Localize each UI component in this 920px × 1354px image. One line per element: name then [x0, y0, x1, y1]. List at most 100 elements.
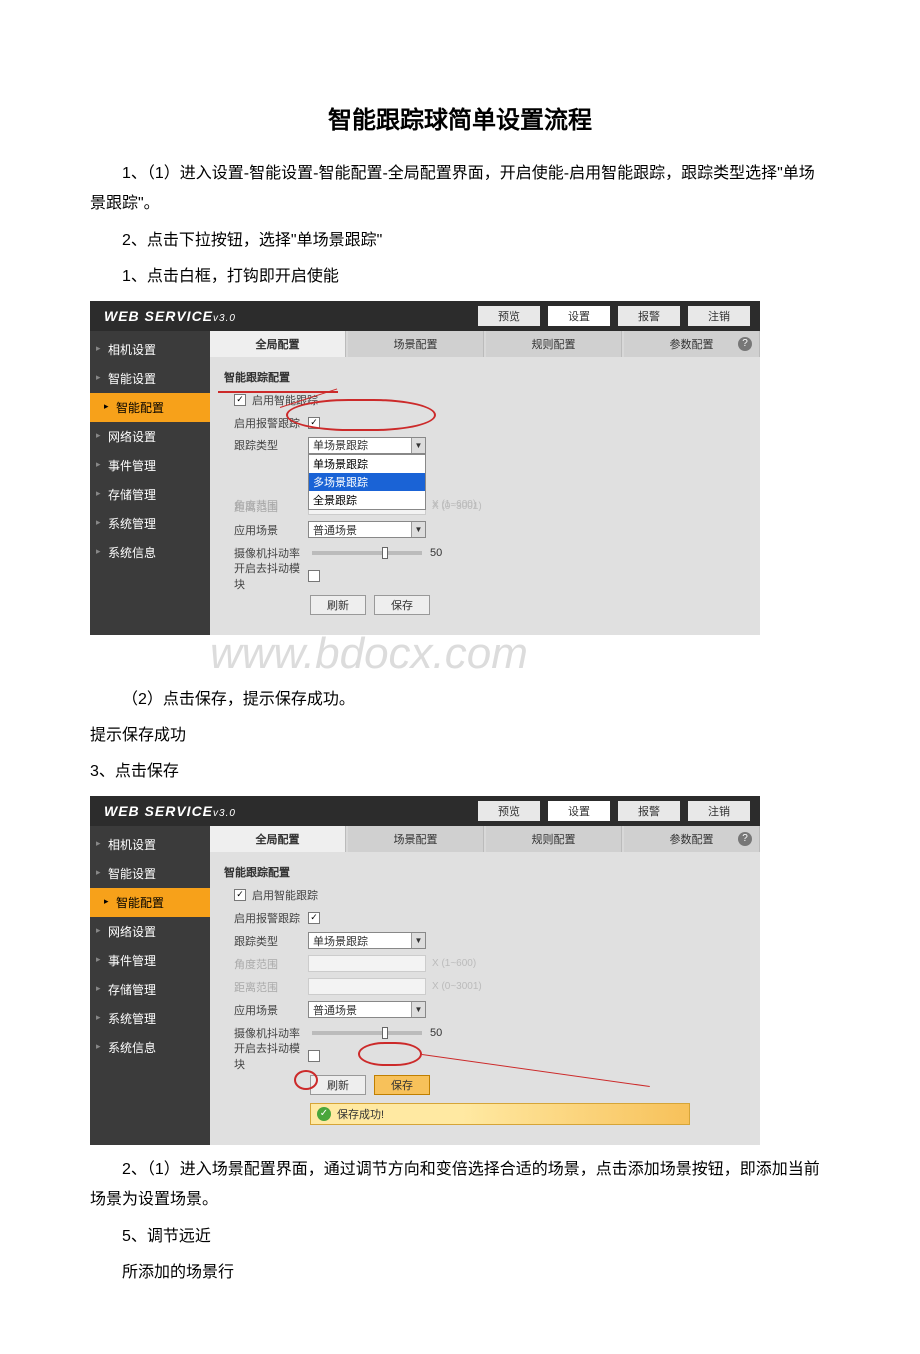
- save-button[interactable]: 保存: [374, 1075, 430, 1095]
- chevron-down-icon: ▼: [411, 522, 425, 537]
- sidebar-item-smart-config[interactable]: 智能配置: [90, 888, 210, 917]
- web-ui-screenshot-1: WEB SERVICEv3.0 预览 设置 报警 注销 相机设置 智能设置 智能…: [90, 301, 760, 635]
- angle-label: 角度范围: [234, 956, 308, 972]
- sidebar: 相机设置 智能设置 智能配置 网络设置 事件管理 存储管理 系统管理 系统信息: [90, 826, 210, 1145]
- sidebar: 相机设置 智能设置 智能配置 网络设置 事件管理 存储管理 系统管理 系统信息: [90, 331, 210, 635]
- sidebar-item-network[interactable]: 网络设置: [90, 917, 210, 946]
- option-pano[interactable]: 全景跟踪: [309, 491, 425, 509]
- sidebar-item-smart-config[interactable]: 智能配置: [90, 393, 210, 422]
- paragraph: 所添加的场景行: [90, 1258, 830, 1288]
- enable-smart-checkbox[interactable]: ✓: [234, 889, 246, 901]
- save-success-bar: ✓ 保存成功!: [310, 1103, 690, 1125]
- section-title: 智能跟踪配置: [224, 864, 750, 880]
- nav-alarm[interactable]: 报警: [618, 801, 680, 821]
- jitter-label: 摄像机抖动率: [234, 1025, 308, 1041]
- paragraph: 3、点击保存: [90, 757, 830, 787]
- nav-logout[interactable]: 注销: [688, 306, 750, 326]
- tab-rule[interactable]: 规则配置: [486, 826, 622, 852]
- enable-smart-label: 启用智能跟踪: [252, 392, 318, 408]
- option-single[interactable]: 单场景跟踪: [309, 455, 425, 473]
- enable-smart-label: 启用智能跟踪: [252, 887, 318, 903]
- check-icon: ✓: [317, 1107, 331, 1121]
- enable-alarm-label: 启用报警跟踪: [234, 910, 308, 926]
- save-button[interactable]: 保存: [374, 595, 430, 615]
- distance-hint: X (0~3001): [432, 981, 482, 992]
- refresh-button[interactable]: 刷新: [310, 595, 366, 615]
- brand-logo: WEB SERVICEv3.0: [104, 308, 236, 324]
- save-success-text: 保存成功!: [337, 1106, 384, 1122]
- enable-alarm-checkbox[interactable]: ✓: [308, 417, 320, 429]
- track-type-selected: 单场景跟踪: [313, 437, 368, 453]
- paragraph: 提示保存成功: [90, 721, 830, 751]
- sidebar-item-system[interactable]: 系统管理: [90, 509, 210, 538]
- help-icon[interactable]: ?: [738, 832, 752, 846]
- chevron-down-icon: ▼: [411, 438, 425, 453]
- paragraph: （2）点击保存，提示保存成功。: [90, 685, 830, 715]
- sidebar-item-info[interactable]: 系统信息: [90, 538, 210, 567]
- track-type-select[interactable]: 单场景跟踪 ▼: [308, 437, 426, 454]
- nav-settings[interactable]: 设置: [548, 306, 610, 326]
- sidebar-item-camera[interactable]: 相机设置: [90, 335, 210, 364]
- watermark: www.bdocx.com: [210, 629, 830, 679]
- distance-hint: X (0~3001): [432, 501, 482, 512]
- antishake-checkbox[interactable]: [308, 1050, 320, 1062]
- antishake-checkbox[interactable]: [308, 570, 320, 582]
- jitter-label: 摄像机抖动率: [234, 545, 308, 561]
- chevron-down-icon: ▼: [411, 1002, 425, 1017]
- angle-hint: X (1~600): [432, 958, 476, 969]
- sidebar-item-storage[interactable]: 存储管理: [90, 975, 210, 1004]
- distance-label: 距离范围: [234, 979, 308, 995]
- jitter-value: 50: [430, 547, 442, 559]
- tab-scene[interactable]: 场景配置: [348, 331, 484, 357]
- tab-global[interactable]: 全局配置: [210, 331, 346, 357]
- help-icon[interactable]: ?: [738, 337, 752, 351]
- track-type-select[interactable]: 单场景跟踪 ▼: [308, 932, 426, 949]
- angle-input: [308, 955, 426, 972]
- track-type-label: 跟踪类型: [234, 437, 308, 453]
- enable-alarm-checkbox[interactable]: ✓: [308, 912, 320, 924]
- jitter-value: 50: [430, 1027, 442, 1039]
- jitter-slider[interactable]: [312, 551, 422, 555]
- sidebar-item-system[interactable]: 系统管理: [90, 1004, 210, 1033]
- distance-label: 距离范围: [234, 499, 308, 515]
- nav-logout[interactable]: 注销: [688, 801, 750, 821]
- sidebar-item-event[interactable]: 事件管理: [90, 451, 210, 480]
- sidebar-item-camera[interactable]: 相机设置: [90, 830, 210, 859]
- sidebar-item-info[interactable]: 系统信息: [90, 1033, 210, 1062]
- section-title: 智能跟踪配置: [224, 369, 750, 385]
- scene-select[interactable]: 普通场景 ▼: [308, 1001, 426, 1018]
- sidebar-item-storage[interactable]: 存储管理: [90, 480, 210, 509]
- web-ui-screenshot-2: WEB SERVICEv3.0 预览 设置 报警 注销 相机设置 智能设置 智能…: [90, 796, 760, 1145]
- sidebar-item-event[interactable]: 事件管理: [90, 946, 210, 975]
- page-title: 智能跟踪球简单设置流程: [90, 100, 830, 135]
- nav-preview[interactable]: 预览: [478, 801, 540, 821]
- scene-label: 应用场景: [234, 1002, 308, 1018]
- paragraph: 2、（1）进入场景配置界面，通过调节方向和变倍选择合适的场景，点击添加场景按钮，…: [90, 1155, 830, 1216]
- paragraph: 1、（1）进入设置-智能设置-智能配置-全局配置界面，开启使能-启用智能跟踪，跟…: [90, 159, 830, 220]
- track-type-label: 跟踪类型: [234, 933, 308, 949]
- enable-smart-checkbox[interactable]: ✓: [234, 394, 246, 406]
- tab-scene[interactable]: 场景配置: [348, 826, 484, 852]
- paragraph: 1、点击白框，打钩即开启使能: [90, 262, 830, 292]
- nav-alarm[interactable]: 报警: [618, 306, 680, 326]
- chevron-down-icon: ▼: [411, 933, 425, 948]
- nav-settings[interactable]: 设置: [548, 801, 610, 821]
- option-multi[interactable]: 多场景跟踪: [309, 473, 425, 491]
- scene-label: 应用场景: [234, 522, 308, 538]
- antishake-label: 开启去抖动模块: [234, 1040, 308, 1072]
- paragraph: 5、调节远近: [90, 1222, 830, 1252]
- antishake-label: 开启去抖动模块: [234, 560, 308, 592]
- scene-select[interactable]: 普通场景 ▼: [308, 521, 426, 538]
- jitter-slider[interactable]: [312, 1031, 422, 1035]
- track-type-options: 单场景跟踪 多场景跟踪 全景跟踪: [308, 454, 426, 510]
- nav-preview[interactable]: 预览: [478, 306, 540, 326]
- sidebar-item-network[interactable]: 网络设置: [90, 422, 210, 451]
- tab-rule[interactable]: 规则配置: [486, 331, 622, 357]
- brand-logo: WEB SERVICEv3.0: [104, 803, 236, 819]
- paragraph: 2、点击下拉按钮，选择"单场景跟踪": [90, 226, 830, 256]
- refresh-button[interactable]: 刷新: [310, 1075, 366, 1095]
- distance-input: [308, 978, 426, 995]
- sidebar-item-smart[interactable]: 智能设置: [90, 859, 210, 888]
- sidebar-item-smart[interactable]: 智能设置: [90, 364, 210, 393]
- tab-global[interactable]: 全局配置: [210, 826, 346, 852]
